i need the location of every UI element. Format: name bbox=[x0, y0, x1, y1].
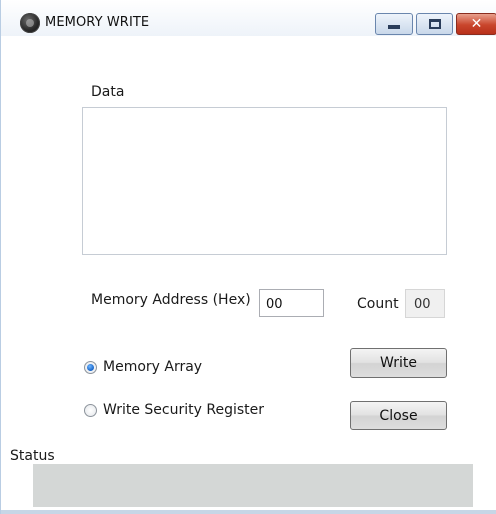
app-globe-icon bbox=[20, 13, 40, 33]
count-field: 00 bbox=[405, 289, 445, 318]
memory-array-label[interactable]: Memory Array bbox=[103, 359, 202, 375]
write-button[interactable]: Write bbox=[350, 348, 447, 378]
minimize-icon bbox=[388, 25, 400, 29]
status-bar bbox=[33, 464, 473, 507]
window-title: MEMORY WRITE bbox=[45, 15, 150, 30]
count-label: Count bbox=[357, 296, 399, 312]
write-security-register-radio[interactable] bbox=[84, 404, 97, 417]
data-label: Data bbox=[91, 84, 125, 100]
status-label: Status bbox=[10, 448, 55, 464]
memory-array-radio[interactable] bbox=[84, 361, 97, 374]
memory-address-label: Memory Address (Hex) bbox=[91, 292, 251, 308]
close-button[interactable]: Close bbox=[350, 401, 447, 430]
close-window-button[interactable]: ✕ bbox=[456, 13, 496, 35]
maximize-button[interactable] bbox=[416, 13, 453, 35]
memory-write-window: MEMORY WRITE ✕ Data Memory Address (Hex)… bbox=[0, 0, 496, 514]
memory-address-input[interactable]: 00 bbox=[259, 289, 324, 317]
data-textarea[interactable] bbox=[82, 107, 447, 255]
maximize-icon bbox=[428, 19, 441, 29]
title-bar[interactable]: MEMORY WRITE ✕ bbox=[1, 0, 496, 36]
minimize-button[interactable] bbox=[375, 13, 413, 35]
write-security-register-label[interactable]: Write Security Register bbox=[103, 402, 264, 418]
window-bottom-border bbox=[1, 510, 496, 514]
close-icon: ✕ bbox=[470, 16, 483, 32]
